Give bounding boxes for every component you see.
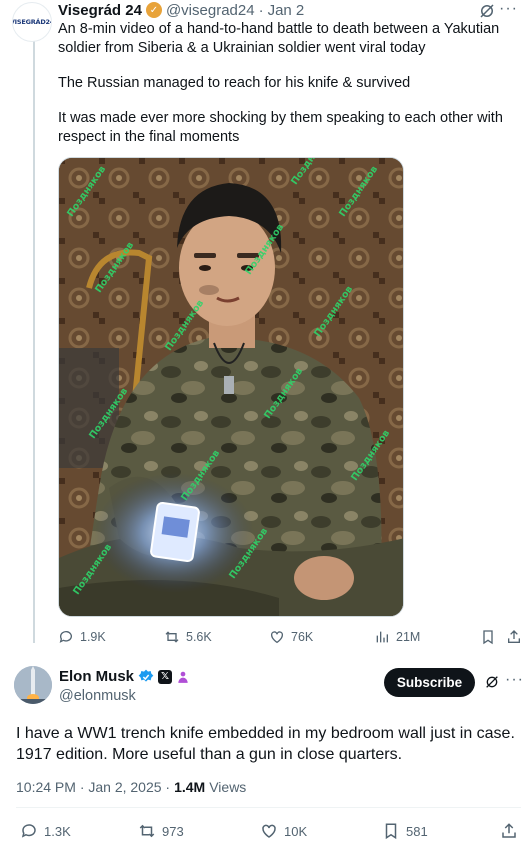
parent-reply-count: 1.9K — [80, 630, 106, 644]
government-badge-icon[interactable] — [176, 670, 190, 684]
parent-repost-button[interactable]: 5.6K — [164, 629, 212, 645]
thread-connector-line — [33, 38, 35, 643]
parent-like-count: 76K — [291, 630, 314, 644]
blue-verified-badge-icon[interactable] — [138, 669, 154, 685]
parent-views-button[interactable]: 21M — [374, 629, 420, 645]
parent-reply-button[interactable]: 1.9K — [58, 629, 106, 645]
visegrad-avatar[interactable]: VISEGRÁD24 — [12, 2, 52, 42]
parent-share-button[interactable] — [506, 629, 522, 645]
parent-like-button[interactable]: 76K — [269, 629, 313, 645]
share-icon — [502, 823, 516, 838]
main-bookmark-count: 581 — [406, 823, 428, 839]
elonmusk-avatar[interactable] — [14, 666, 52, 704]
parent-views-count: 21M — [396, 630, 421, 644]
main-author-name[interactable]: Elon Musk — [59, 668, 134, 685]
parent-author-handle[interactable]: @visegrad24 — [166, 2, 255, 19]
main-bookmark-button[interactable]: 581 — [382, 822, 428, 840]
parent-tweet-header: Visegrád 24 ✓ @visegrad24 · Jan 2 — [58, 0, 304, 20]
parent-repost-count: 5.6K — [186, 630, 212, 644]
tweet-timestamp[interactable]: 10:24 PM · Jan 2, 2025 · — [16, 779, 170, 795]
main-share-button[interactable] — [500, 822, 518, 840]
grok-icon[interactable] — [478, 2, 496, 20]
parent-tweet-date[interactable]: Jan 2 — [268, 2, 305, 19]
parent-more-options-icon[interactable]: ··· — [499, 0, 518, 18]
main-author-handle[interactable]: @elonmusk — [59, 688, 136, 704]
avatar-logo-text: VISEGRÁD24 — [12, 18, 52, 26]
parent-tweet-text: An 8-min video of a hand-to-hand battle … — [58, 20, 508, 147]
main-action-bar: 1.3K 973 10K 581 — [20, 822, 520, 844]
share-icon — [508, 630, 520, 643]
divider — [16, 807, 521, 808]
main-repost-button[interactable]: 973 — [138, 822, 184, 840]
rocket-avatar-image — [14, 666, 52, 704]
main-reply-count: 1.3K — [44, 823, 71, 839]
main-tweet-text: I have a WW1 trench knife embedded in my… — [16, 725, 515, 763]
bookmark-icon — [385, 823, 397, 840]
grok-icon[interactable] — [484, 674, 500, 690]
heart-icon — [262, 824, 276, 838]
bookmark-icon — [483, 630, 493, 645]
main-like-count: 10K — [284, 823, 308, 839]
main-reply-button[interactable]: 1.3K — [20, 822, 71, 840]
parent-bookmark-button[interactable] — [480, 629, 496, 645]
tweet-views-label: Views — [209, 779, 247, 795]
parent-paragraph: It was made ever more shocking by them s… — [58, 110, 503, 145]
tweet-photo[interactable]: Поздняков Поздняков Поздняков Поздняков … — [58, 157, 404, 617]
main-tweet-header: Elon Musk 𝕏 — [59, 668, 190, 685]
repost-icon — [139, 824, 155, 838]
header-separator: · — [258, 1, 264, 19]
parent-paragraph: An 8-min video of a hand-to-hand battle … — [58, 21, 500, 56]
heart-icon — [271, 631, 283, 644]
tweet-views-count: 1.4M — [174, 779, 206, 795]
main-like-button[interactable]: 10K — [260, 822, 307, 840]
parent-paragraph: The Russian managed to reach for his kni… — [58, 75, 411, 91]
parent-author-name[interactable]: Visegrád 24 — [58, 2, 142, 19]
reply-icon — [59, 631, 72, 643]
x-affiliation-badge-icon[interactable]: 𝕏 — [158, 669, 173, 684]
main-repost-count: 973 — [162, 823, 184, 839]
gold-verified-badge-icon[interactable]: ✓ — [145, 2, 162, 18]
tweet-timestamp-row: 10:24 PM · Jan 2, 2025 · 1.4M Views — [16, 779, 246, 795]
views-chart-icon — [376, 631, 388, 643]
subscribe-button[interactable]: Subscribe — [384, 668, 475, 697]
parent-action-bar: 1.9K 5.6K 76K 21M — [58, 627, 520, 647]
main-more-options-icon[interactable]: ··· — [505, 671, 524, 689]
reply-icon — [21, 824, 36, 838]
repost-icon — [165, 631, 179, 643]
